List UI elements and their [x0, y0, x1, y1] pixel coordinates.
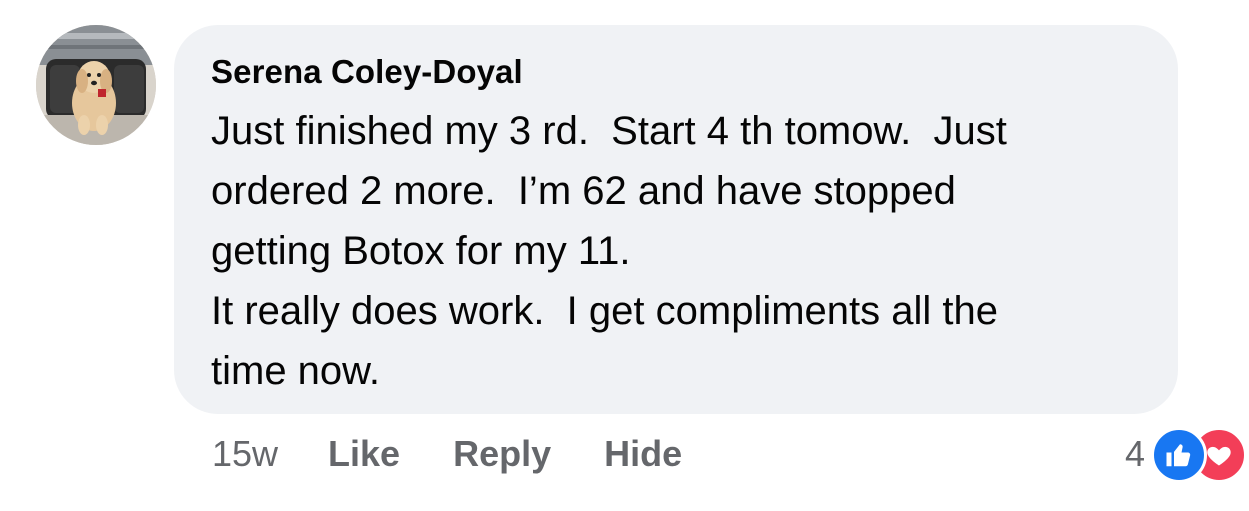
comment: Serena Coley-Doyal Just finished my 3 rd… — [0, 0, 1249, 511]
comment-text-line: getting Botox for my 11. — [211, 229, 631, 273]
hide-button[interactable]: Hide — [604, 433, 682, 475]
reaction-count: 4 — [1124, 433, 1145, 474]
comment-text-line: It really does work. I get compliments a… — [211, 289, 998, 333]
avatar-image — [36, 25, 156, 145]
author-name[interactable]: Serena Coley-Doyal — [211, 53, 523, 91]
comment-text-line: time now. — [211, 349, 380, 393]
timestamp[interactable]: 15w — [212, 433, 278, 475]
reaction-icons — [1151, 425, 1247, 483]
avatar[interactable] — [36, 25, 156, 145]
like-button[interactable]: Like — [328, 433, 400, 475]
comment-bubble: Serena Coley-Doyal Just finished my 3 rd… — [174, 25, 1178, 414]
comment-text-line: Just finished my 3 rd. Start 4 th tomow.… — [211, 109, 1007, 153]
reactions-summary[interactable]: 4 — [1125, 425, 1247, 483]
comment-text: Just finished my 3 rd. Start 4 th tomow.… — [211, 101, 1171, 401]
comment-actions: 15w Like Reply Hide — [212, 430, 735, 478]
comment-text-line: ordered 2 more. I’m 62 and have stopped — [211, 169, 956, 213]
like-icon — [1151, 427, 1207, 483]
reply-button[interactable]: Reply — [453, 433, 551, 475]
